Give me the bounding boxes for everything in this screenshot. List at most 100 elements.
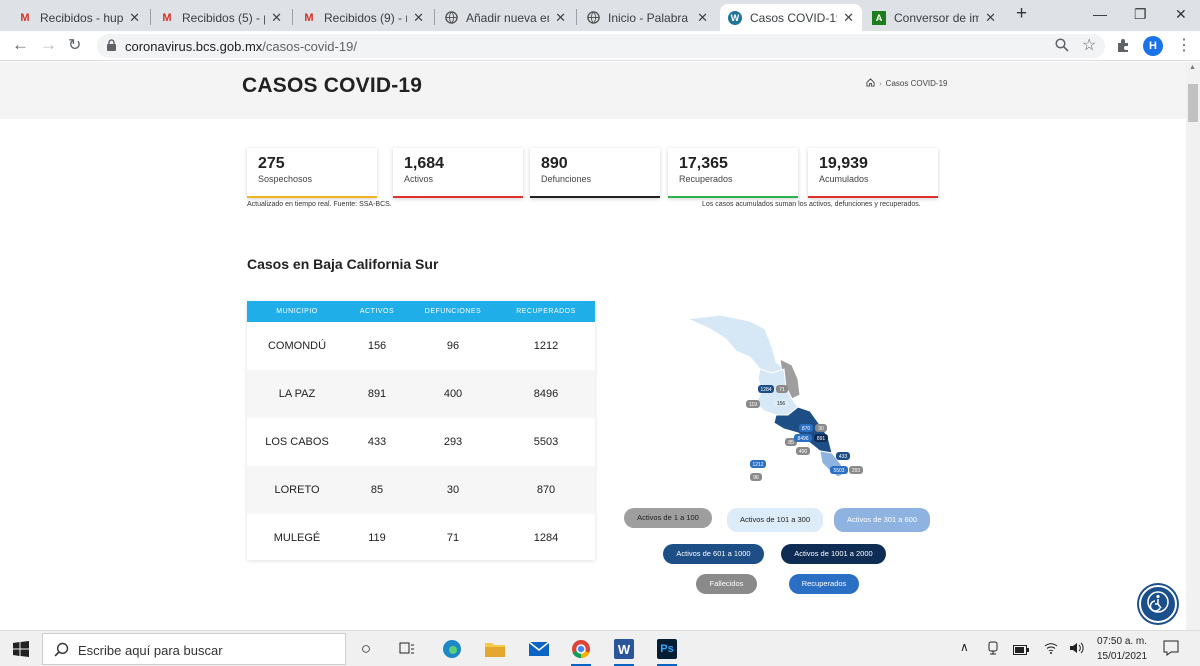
bookmark-star-icon[interactable]: ☆ bbox=[1082, 35, 1096, 55]
browser-tab-bar: M Recibidos - hupm ✕ M Recibidos (5) - p… bbox=[0, 0, 1200, 31]
close-tab-icon[interactable]: ✕ bbox=[697, 10, 708, 26]
legend-activos-101-300: Activos de 101 a 300 bbox=[727, 508, 823, 532]
page-title: CASOS COVID-19 bbox=[242, 74, 423, 97]
stat-card-recuperados: 17,365 Recuperados bbox=[668, 148, 798, 198]
battery-icon[interactable] bbox=[1013, 642, 1029, 660]
stat-color-bar bbox=[668, 196, 798, 198]
new-tab-button[interactable]: + bbox=[1016, 3, 1027, 25]
system-clock[interactable]: 07:50 a. m. 15/01/2021 bbox=[1097, 634, 1147, 664]
stat-color-bar bbox=[808, 196, 938, 198]
stat-card-activos: 1,684 Activos bbox=[393, 148, 523, 198]
taskbar-search[interactable]: Escribe aquí para buscar bbox=[42, 633, 346, 665]
address-bar[interactable]: coronavirus.bcs.gob.mx/casos-covid-19/ ☆ bbox=[97, 34, 1105, 58]
tab-casos-covid[interactable]: W Casos COVID-19 - ✕ bbox=[720, 4, 862, 31]
tab-add-entry[interactable]: Añadir nueva entra ✕ bbox=[436, 4, 574, 31]
restore-button[interactable]: ❐ bbox=[1134, 6, 1147, 23]
breadcrumb-separator: › bbox=[879, 79, 882, 88]
column-header: DEFUNCIONES bbox=[424, 308, 482, 315]
cortana-icon[interactable]: ○ bbox=[356, 639, 376, 659]
notification-icon[interactable] bbox=[1163, 640, 1179, 661]
chevron-up-icon[interactable]: ∧ bbox=[960, 640, 969, 654]
converter-icon: A bbox=[872, 10, 886, 25]
tab-inicio[interactable]: Inicio - Palabra BC ✕ bbox=[578, 4, 716, 31]
stat-color-bar bbox=[530, 196, 660, 198]
tab-gmail-1[interactable]: M Recibidos - hupm ✕ bbox=[10, 4, 148, 31]
map-label-cabos-fallecidos: 293 bbox=[852, 468, 861, 474]
home-icon[interactable] bbox=[866, 78, 875, 89]
column-header: MUNICIPIO bbox=[276, 308, 318, 315]
map-label-lapaz-fallecidos: 400 bbox=[799, 449, 808, 455]
tab-conversor[interactable]: A Conversor de imág ✕ bbox=[864, 4, 1004, 31]
map-region-mulege[interactable] bbox=[686, 314, 785, 374]
section-title: Casos en Baja California Sur bbox=[247, 256, 439, 272]
table-row: COMONDÚ 156 96 1212 bbox=[267, 340, 559, 352]
stat-card-acumulados: 19,939 Acumulados bbox=[808, 148, 938, 198]
tab-gmail-2[interactable]: M Recibidos (5) - pal ✕ bbox=[152, 4, 290, 31]
gmail-icon: M bbox=[20, 11, 30, 24]
accessibility-icon bbox=[1146, 590, 1170, 619]
breadcrumb: › Casos COVID-19 bbox=[866, 78, 947, 89]
column-header: ACTIVOS bbox=[359, 308, 395, 315]
scroll-up-icon[interactable]: ▲ bbox=[1189, 64, 1196, 71]
stat-color-bar bbox=[247, 196, 377, 198]
windows-start-icon[interactable] bbox=[13, 641, 29, 662]
back-arrow-icon[interactable]: ← bbox=[12, 35, 29, 55]
legend-activos-301-600: Activos de 301 a 600 bbox=[834, 508, 930, 532]
close-tab-icon[interactable]: ✕ bbox=[413, 10, 424, 26]
table-row: MULEGÉ 119 71 1284 bbox=[273, 532, 559, 544]
zoom-icon[interactable] bbox=[1055, 38, 1069, 57]
stat-card-defunciones: 890 Defunciones bbox=[530, 148, 660, 198]
lock-icon[interactable] bbox=[106, 39, 117, 57]
photoshop-icon[interactable]: Ps bbox=[657, 639, 677, 659]
map-label-cabos-activos: 433 bbox=[839, 454, 848, 460]
word-icon[interactable]: W bbox=[614, 639, 634, 659]
legend-recuperados: Recuperados bbox=[789, 574, 859, 594]
close-tab-icon[interactable]: ✕ bbox=[271, 10, 282, 26]
wifi-icon[interactable] bbox=[1044, 641, 1058, 659]
tab-gmail-3[interactable]: M Recibidos (9) - red ✕ bbox=[294, 4, 432, 31]
legend-fallecidos: Fallecidos bbox=[696, 574, 757, 594]
table-header: MUNICIPIO ACTIVOS DEFUNCIONES RECUPERADO… bbox=[247, 301, 595, 322]
map-label-lapaz-recuperados: 8496 bbox=[797, 436, 808, 442]
page-header: CASOS COVID-19 › Casos COVID-19 bbox=[0, 62, 1186, 119]
meet-now-icon[interactable] bbox=[987, 641, 999, 660]
globe-icon bbox=[586, 11, 600, 25]
breadcrumb-current: Casos COVID-19 bbox=[885, 79, 948, 88]
column-header: RECUPERADOS bbox=[516, 308, 576, 315]
page-scrollbar[interactable]: ▲ bbox=[1186, 62, 1200, 630]
stat-color-bar bbox=[393, 196, 523, 198]
table-row: LOS CABOS 433 293 5503 bbox=[265, 436, 559, 448]
table-row: LA PAZ 891 400 8496 bbox=[247, 370, 595, 418]
file-explorer-icon[interactable] bbox=[485, 639, 505, 659]
close-tab-icon[interactable]: ✕ bbox=[843, 10, 854, 26]
accessibility-button[interactable] bbox=[1139, 585, 1177, 623]
legend-activos-601-1000: Activos de 601 a 1000 bbox=[663, 544, 764, 564]
url-text: coronavirus.bcs.gob.mx/casos-covid-19/ bbox=[125, 39, 357, 54]
wordpress-icon: W bbox=[728, 10, 742, 25]
close-tab-icon[interactable]: ✕ bbox=[555, 10, 566, 26]
windows-taskbar: Escribe aquí para buscar ○ W Ps ∧ 07:50 … bbox=[0, 630, 1200, 666]
scrollbar-thumb[interactable] bbox=[1188, 84, 1198, 122]
legend-activos-1-100: Activos de 1 a 100 bbox=[624, 508, 712, 528]
profile-avatar[interactable]: H bbox=[1143, 36, 1163, 56]
legend-activos-1001-2000: Activos de 1001 a 2000 bbox=[781, 544, 886, 564]
task-view-icon[interactable] bbox=[397, 639, 417, 659]
bcs-map-labels: 156 8496 891 400 433 5503 293 bbox=[774, 399, 863, 474]
mail-icon[interactable] bbox=[529, 639, 549, 659]
close-tab-icon[interactable]: ✕ bbox=[129, 10, 140, 26]
edge-icon[interactable] bbox=[442, 639, 462, 659]
municipality-table: MUNICIPIO ACTIVOS DEFUNCIONES RECUPERADO… bbox=[247, 301, 595, 560]
source-note: Actualizado en tiempo real. Fuente: SSA-… bbox=[247, 201, 392, 208]
forward-arrow-icon[interactable]: → bbox=[40, 35, 57, 55]
chrome-icon[interactable] bbox=[571, 639, 591, 659]
extensions-icon[interactable] bbox=[1116, 38, 1131, 58]
close-window-button[interactable]: ✕ bbox=[1175, 6, 1187, 23]
reload-icon[interactable]: ↻ bbox=[68, 35, 81, 55]
close-tab-icon[interactable]: ✕ bbox=[985, 10, 996, 26]
minimize-button[interactable]: — bbox=[1093, 6, 1107, 22]
map-label-comondu-activos: 156 bbox=[777, 401, 786, 407]
search-placeholder: Escribe aquí para buscar bbox=[78, 643, 223, 658]
menu-dots-icon[interactable]: ⋮ bbox=[1176, 35, 1192, 55]
browser-toolbar: ← → ↻ coronavirus.bcs.gob.mx/casos-covid… bbox=[0, 31, 1200, 61]
volume-icon[interactable] bbox=[1069, 641, 1085, 659]
